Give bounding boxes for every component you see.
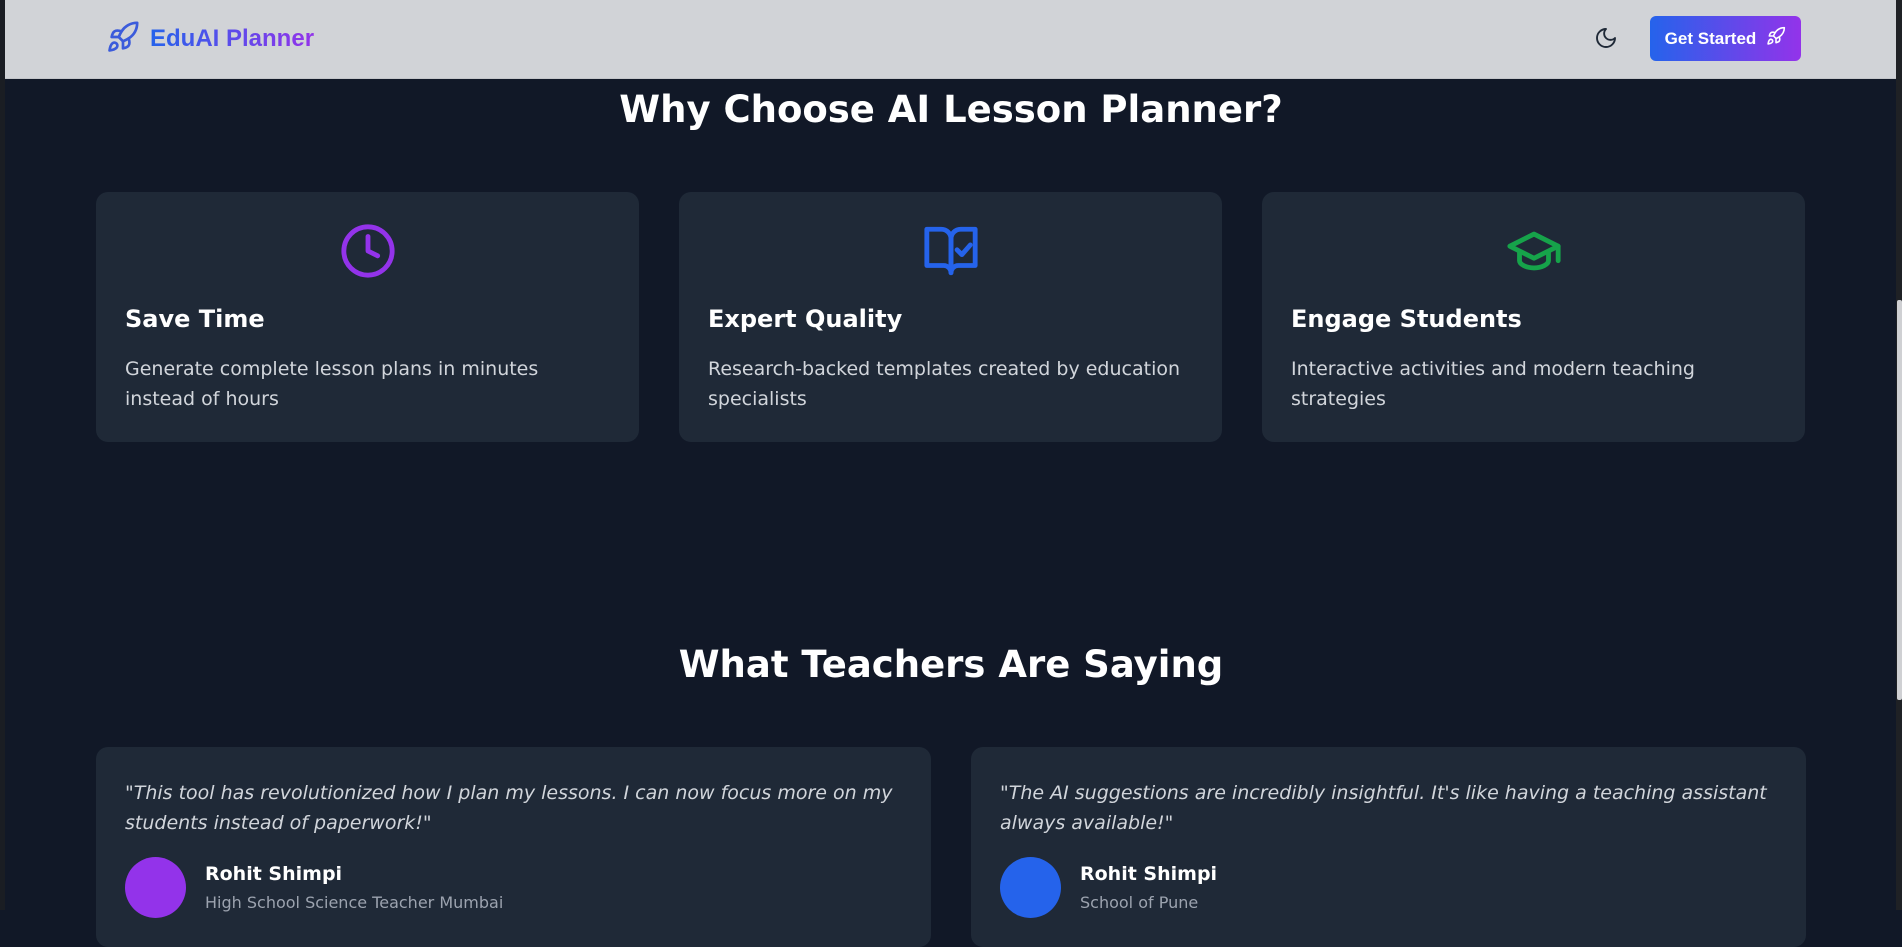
moon-icon — [1594, 26, 1618, 54]
testimonial-author-name: Rohit Shimpi — [205, 863, 343, 885]
testimonial-author-name: Rohit Shimpi — [1080, 863, 1218, 885]
theme-toggle-button[interactable] — [1588, 22, 1624, 58]
get-started-button[interactable]: Get Started — [1650, 16, 1801, 61]
testimonial-card: "The AI suggestions are incredibly insig… — [971, 747, 1806, 947]
brand-logo[interactable]: EduAI Planner — [106, 20, 314, 58]
graduation-cap-icon — [1505, 222, 1563, 280]
feature-description: Interactive activities and modern teachi… — [1291, 358, 1695, 410]
feature-description: Research-backed templates created by edu… — [708, 358, 1181, 410]
clock-icon — [339, 222, 397, 280]
site-header: EduAI Planner Get Started — [5, 0, 1896, 79]
book-check-icon — [922, 222, 980, 280]
get-started-label: Get Started — [1664, 28, 1757, 48]
feature-card-save-time: Save Time Generate complete lesson plans… — [96, 192, 639, 442]
testimonials-title: What Teachers Are Saying — [678, 643, 1224, 686]
brand-name: EduAI Planner — [150, 25, 315, 52]
scrollbar-thumb[interactable] — [1897, 300, 1902, 700]
features-title: Why Choose AI Lesson Planner? — [619, 88, 1283, 131]
rocket-icon — [1766, 26, 1786, 51]
feature-description: Generate complete lesson plans in minute… — [125, 358, 539, 410]
testimonial-card: "This tool has revolutionized how I plan… — [96, 747, 931, 947]
avatar — [1000, 857, 1061, 918]
feature-card-expert-quality: Expert Quality Research-backed templates… — [679, 192, 1222, 442]
feature-title: Engage Students — [1291, 305, 1522, 333]
feature-title: Save Time — [125, 305, 265, 333]
avatar — [125, 857, 186, 918]
scrollbar-track[interactable] — [1896, 0, 1902, 910]
testimonial-author-role: School of Pune — [1080, 893, 1199, 912]
testimonial-quote: "The AI suggestions are incredibly insig… — [1000, 782, 1767, 834]
feature-card-engage-students: Engage Students Interactive activities a… — [1262, 192, 1805, 442]
feature-title: Expert Quality — [708, 305, 903, 333]
window-left-edge — [0, 0, 5, 910]
testimonial-author-role: High School Science Teacher Mumbai — [205, 893, 504, 912]
rocket-icon — [106, 20, 140, 58]
testimonial-quote: "This tool has revolutionized how I plan… — [125, 782, 893, 834]
